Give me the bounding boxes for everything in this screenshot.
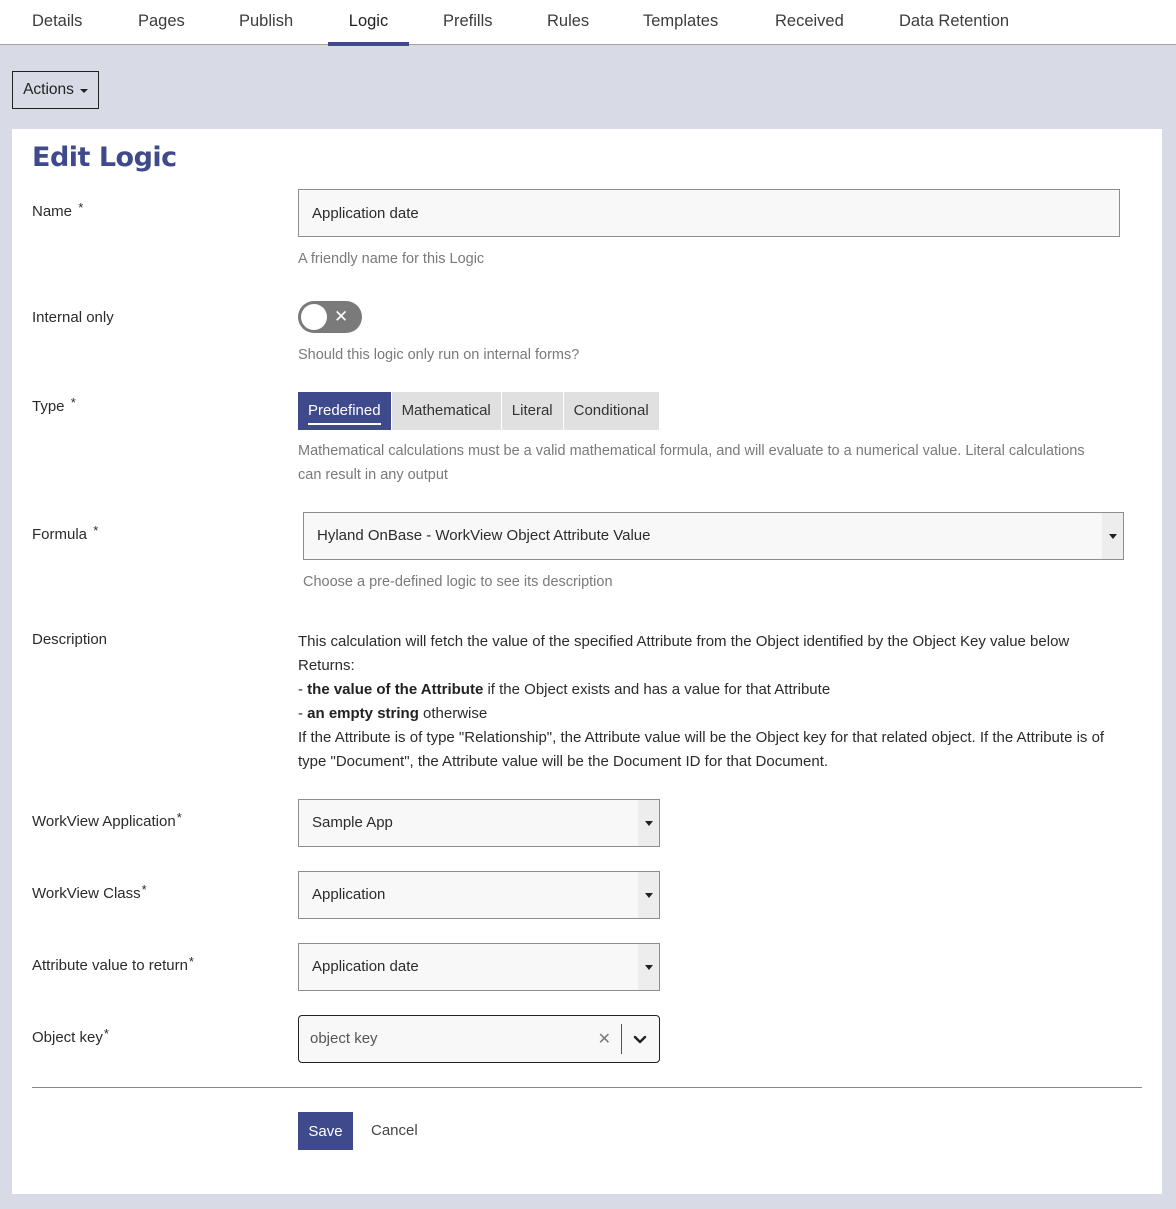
formula-select[interactable]: Hyland OnBase - WorkView Object Attribut… (303, 512, 1124, 560)
type-option-predefined[interactable]: Predefined (298, 392, 392, 430)
name-help-text: A friendly name for this Logic (298, 251, 485, 267)
formula-select-value: Hyland OnBase - WorkView Object Attribut… (317, 527, 651, 544)
bullet-text: otherwise (418, 705, 488, 722)
type-label-text: Type (32, 398, 65, 415)
formula-label: Formula * (32, 523, 99, 543)
actions-dropdown-button[interactable]: Actions (12, 71, 99, 109)
name-label: Name * (32, 200, 84, 220)
description-bullet: - the value of the Attribute if the Obje… (298, 678, 1128, 702)
bullet-bold-text: the value of the Attribute (307, 681, 484, 698)
formula-description: This calculation will fetch the value of… (298, 630, 1128, 774)
dropdown-arrow (638, 800, 659, 846)
description-bullet: - an empty string otherwise (298, 702, 1128, 726)
tab-bar: Details Pages Publish Logic Prefills Rul… (0, 0, 1176, 46)
tab-details[interactable]: Details (32, 0, 82, 45)
description-line: Returns: (298, 657, 355, 674)
form-divider (32, 1087, 1142, 1088)
workview-application-label: WorkView Application* (32, 810, 182, 830)
required-mark: * (103, 1026, 109, 1041)
toggle-knob (301, 304, 327, 330)
caret-down-icon (644, 892, 653, 898)
workview-class-label: WorkView Class* (32, 882, 147, 902)
type-label: Type * (32, 395, 76, 415)
type-option-conditional[interactable]: Conditional (563, 392, 659, 430)
caret-down-icon (79, 89, 88, 93)
internal-only-toggle[interactable]: ✕ (298, 301, 362, 333)
tab-received[interactable]: Received (775, 0, 844, 45)
tab-publish[interactable]: Publish (239, 0, 293, 45)
formula-help-text: Choose a pre-defined logic to see its de… (303, 574, 613, 590)
required-mark: * (78, 200, 84, 215)
tab-data-retention[interactable]: Data Retention (899, 0, 1009, 45)
bullet-text: if the Object exists and has a value for… (483, 681, 831, 698)
required-mark: * (70, 395, 76, 410)
bullet-prefix: - (298, 681, 308, 698)
tab-templates[interactable]: Templates (643, 0, 718, 45)
dropdown-arrow (1102, 513, 1123, 559)
tab-logic[interactable]: Logic (328, 0, 409, 46)
close-icon: ✕ (334, 307, 349, 327)
internal-only-label: Internal only (32, 309, 114, 326)
required-mark: * (188, 954, 194, 969)
page-title: Edit Logic (32, 142, 177, 173)
required-mark: * (176, 810, 182, 825)
attribute-value-label: Attribute value to return* (32, 954, 194, 974)
object-key-label-text: Object key (32, 1029, 103, 1046)
attribute-value-select[interactable]: Application date (298, 943, 660, 991)
save-button[interactable]: Save (298, 1112, 353, 1150)
name-input[interactable]: Application date (298, 189, 1120, 237)
name-label-text: Name (32, 203, 73, 220)
type-option-literal[interactable]: Literal (501, 392, 564, 430)
workview-application-select[interactable]: Sample App (298, 799, 660, 847)
combobox-separator (621, 1024, 622, 1054)
workview-application-value: Sample App (312, 814, 393, 831)
workview-class-value: Application (312, 886, 386, 903)
name-input-value: Application date (312, 204, 419, 222)
caret-down-icon (644, 964, 653, 970)
tab-prefills[interactable]: Prefills (443, 0, 493, 45)
formula-label-text: Formula (32, 526, 88, 543)
description-label: Description (32, 631, 108, 648)
required-mark: * (141, 882, 147, 897)
internal-only-help-text: Should this logic only run on internal f… (298, 347, 580, 363)
bullet-bold-text: an empty string (307, 705, 419, 722)
type-help-text: Mathematical calculations must be a vali… (298, 443, 1085, 483)
caret-down-icon (1108, 533, 1117, 539)
chevron-down-icon[interactable] (629, 1028, 651, 1050)
description-line: If the Attribute is of type "Relationshi… (298, 729, 1105, 770)
caret-down-icon (644, 820, 653, 826)
workview-class-select[interactable]: Application (298, 871, 660, 919)
workview-application-label-text: WorkView Application (32, 813, 176, 830)
dropdown-arrow (638, 872, 659, 918)
required-mark: * (93, 523, 99, 538)
attribute-value-value: Application date (312, 958, 419, 975)
object-key-label: Object key* (32, 1026, 109, 1046)
attribute-value-label-text: Attribute value to return (32, 957, 188, 974)
clear-icon[interactable]: ✕ (598, 1028, 611, 1050)
bullet-prefix: - (298, 705, 308, 722)
dropdown-arrow (638, 944, 659, 990)
object-key-combobox[interactable]: object key ✕ (298, 1015, 660, 1063)
tab-rules[interactable]: Rules (547, 0, 589, 45)
description-line: This calculation will fetch the value of… (298, 633, 1070, 650)
actions-label: Actions (23, 81, 74, 98)
type-option-mathematical[interactable]: Mathematical (391, 392, 502, 430)
object-key-placeholder: object key (310, 1030, 378, 1047)
cancel-button[interactable]: Cancel (371, 1112, 418, 1150)
workview-class-label-text: WorkView Class (32, 885, 141, 902)
tab-pages[interactable]: Pages (138, 0, 185, 45)
type-segmented-control: Predefined Mathematical Literal Conditio… (298, 392, 659, 430)
